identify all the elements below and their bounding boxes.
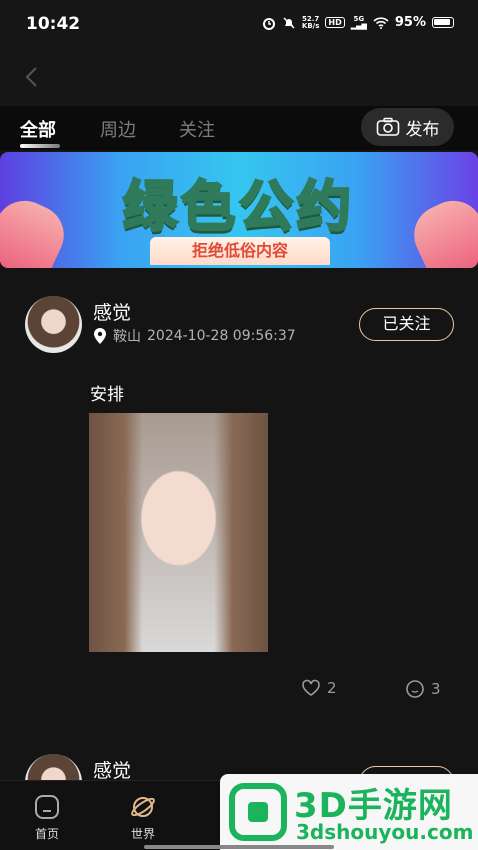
heart-icon: [302, 679, 320, 696]
hd-badge: HD: [325, 17, 345, 28]
like-count: 2: [327, 679, 337, 697]
follow-button[interactable]: 已关注: [359, 308, 454, 341]
wifi-icon: [373, 16, 389, 29]
comment-count: 3: [431, 680, 441, 698]
post-location: 鞍山: [113, 329, 141, 345]
battery-icon: [432, 17, 454, 28]
back-arrow-icon[interactable]: [22, 65, 42, 89]
battery-percent: 95%: [394, 15, 426, 30]
post-username[interactable]: 感觉: [93, 298, 131, 325]
tabbar-item-world[interactable]: 世界: [129, 793, 157, 842]
watermark-logo-icon: [229, 783, 287, 841]
planet-icon: [131, 797, 155, 817]
like-action[interactable]: 2: [301, 679, 337, 697]
tabbar-label: 首页: [34, 827, 59, 841]
comment-action[interactable]: 3: [405, 679, 441, 699]
status-bar: 10:42 52.7 KB/s HD 5G ▂▄▆ 95%: [0, 0, 478, 50]
net-speed: 52.7 KB/s: [301, 14, 320, 30]
tab-following[interactable]: 关注: [179, 116, 215, 142]
banner-title: 绿色公约: [122, 174, 355, 240]
banner[interactable]: 绿色公约 拒绝低俗内容: [0, 152, 478, 268]
location-pin-icon: [94, 327, 106, 344]
tab-all[interactable]: 全部: [20, 116, 56, 142]
tabbar-label: 世界: [130, 827, 155, 841]
publish-button[interactable]: 发布: [361, 108, 454, 146]
post-photo[interactable]: [89, 413, 268, 652]
nav-bar: [0, 50, 478, 106]
mute-bell-icon: [283, 16, 295, 29]
post-meta: 鞍山 2024-10-28 09:56:37: [93, 326, 296, 346]
status-icons: 52.7 KB/s HD 5G ▂▄▆ 95%: [262, 15, 454, 30]
post-username[interactable]: 感觉: [93, 756, 131, 783]
camera-icon: [376, 117, 399, 136]
watermark-subtitle: 3dshouyou.com: [296, 820, 474, 844]
home-icon: [35, 795, 59, 819]
tab-nearby[interactable]: 周边: [100, 116, 136, 142]
alarm-icon: [262, 17, 275, 30]
active-tab-indicator: [20, 144, 60, 148]
watermark: 3D手游网 3dshouyou.com: [220, 774, 478, 850]
home-indicator: [144, 845, 334, 849]
post-timestamp: 2024-10-28 09:56:37: [147, 328, 296, 344]
status-time: 10:42: [26, 14, 81, 34]
tabbar-item-home[interactable]: 首页: [33, 793, 61, 842]
avatar[interactable]: [25, 296, 82, 353]
publish-label: 发布: [405, 119, 440, 140]
signal-icon: 5G ▂▄▆: [350, 14, 367, 30]
comment-icon: [406, 680, 424, 698]
post-text: 安排: [90, 385, 124, 405]
banner-subtitle: 拒绝低俗内容: [150, 237, 330, 265]
